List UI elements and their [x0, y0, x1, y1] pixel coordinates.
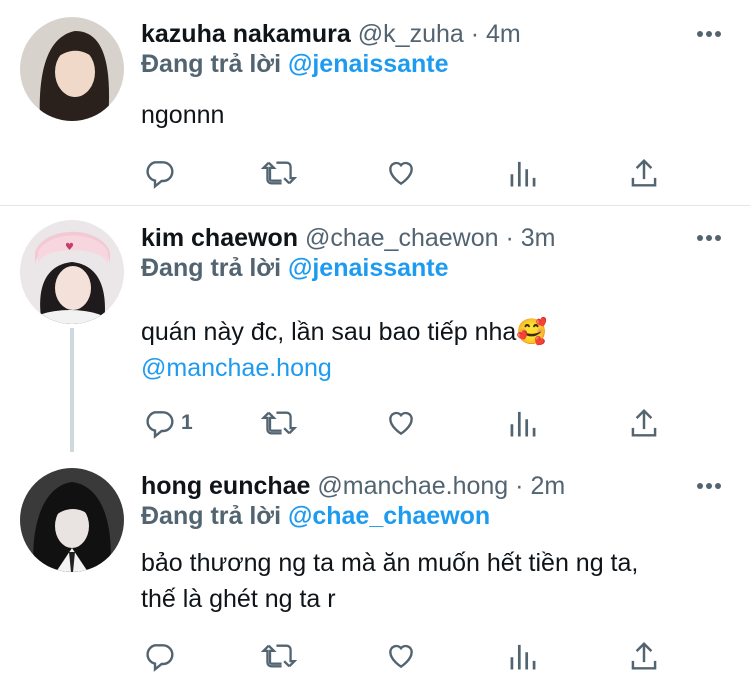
reply-icon [146, 161, 174, 189]
retweet-icon [261, 644, 297, 668]
tweet-text-line: bảo thương ng ta mà ăn muốn hết tiền ng … [141, 549, 639, 577]
heart-icon [389, 161, 413, 186]
replying-to-label: Đang trả lời [141, 502, 282, 530]
retweet-button[interactable] [261, 405, 297, 441]
reply-button[interactable] [143, 155, 175, 191]
tweet-text-mention[interactable]: @manchae.hong [141, 350, 547, 386]
timestamp[interactable]: 3m [521, 224, 556, 252]
tweet-text: ngonnn [141, 97, 224, 133]
author-handle[interactable]: @manchae.hong [317, 472, 508, 500]
thread-connector [70, 328, 74, 452]
views-button[interactable] [508, 638, 538, 674]
reply-icon [146, 644, 174, 672]
views-icon [510, 161, 536, 187]
like-button[interactable] [385, 405, 417, 441]
tweet-text: bảo thương ng ta mà ăn muốn hết tiền ng … [141, 545, 638, 617]
author-handle[interactable]: @k_zuha [358, 20, 464, 48]
replying-to: Đang trả lời @jenaissante [141, 253, 449, 283]
tweet-text: quán này đc, lần sau bao tiếp nha🥰 @manc… [141, 314, 547, 386]
tweet-item[interactable]: ♥ kim chaewon @chae_chaewon · 3m Đang tr… [0, 206, 750, 452]
author-name[interactable]: hong eunchae [141, 472, 310, 500]
reply-icon [146, 411, 174, 439]
share-icon [631, 641, 657, 670]
share-button[interactable] [629, 638, 659, 674]
replying-to: Đang trả lời @chae_chaewon [141, 501, 490, 531]
action-bar: 1 [141, 405, 730, 441]
retweet-icon [261, 161, 297, 185]
tweet-text-line: thế là ghét ng ta r [141, 585, 336, 613]
replying-to-mention[interactable]: @jenaissante [288, 50, 449, 78]
separator-dot: · [515, 472, 524, 500]
replying-to-label: Đang trả lời [141, 50, 282, 78]
retweet-button[interactable] [261, 155, 297, 191]
more-icon[interactable] [696, 25, 722, 43]
replying-to: Đang trả lời @jenaissante [141, 49, 449, 79]
retweet-button[interactable] [261, 638, 297, 674]
reply-button[interactable] [143, 638, 175, 674]
replying-to-mention[interactable]: @chae_chaewon [288, 502, 490, 530]
tweet-text-line: ngonnn [141, 101, 225, 129]
tweet-item[interactable]: kazuha nakamura @k_zuha · 4m Đang trả lờ… [0, 0, 750, 205]
author-name[interactable]: kazuha nakamura [141, 20, 351, 48]
views-button[interactable] [508, 405, 538, 441]
like-button[interactable] [385, 155, 417, 191]
tweet-item[interactable]: hong eunchae @manchae.hong · 2m Đang trả… [0, 452, 750, 678]
share-button[interactable] [629, 155, 659, 191]
more-icon[interactable] [696, 229, 722, 247]
separator-dot: · [505, 224, 514, 252]
avatar[interactable]: ♥ [20, 220, 124, 324]
reply-count: 1 [181, 411, 193, 434]
timestamp[interactable]: 4m [486, 20, 521, 48]
author-name[interactable]: kim chaewon [141, 224, 298, 252]
action-bar [141, 638, 730, 674]
author-handle[interactable]: @chae_chaewon [305, 224, 499, 252]
separator-dot: · [470, 20, 480, 48]
heart-icon [389, 644, 413, 669]
heart-icon [389, 411, 413, 436]
share-button[interactable] [629, 405, 659, 441]
replying-to-label: Đang trả lời [141, 254, 282, 282]
like-button[interactable] [385, 638, 417, 674]
share-icon [631, 408, 657, 437]
reply-button[interactable]: 1 [143, 405, 193, 441]
action-bar [141, 155, 730, 191]
retweet-icon [261, 411, 297, 435]
avatar[interactable] [20, 468, 124, 572]
avatar[interactable] [20, 17, 124, 121]
views-icon [510, 644, 536, 670]
views-icon [510, 411, 536, 437]
replying-to-mention[interactable]: @jenaissante [288, 254, 449, 282]
more-icon[interactable] [696, 477, 722, 495]
views-button[interactable] [508, 155, 538, 191]
tweet-text-line: quán này đc, lần sau bao tiếp nha🥰 [141, 318, 548, 346]
share-icon [631, 158, 657, 187]
timestamp[interactable]: 2m [530, 472, 565, 500]
svg-text:♥: ♥ [65, 242, 74, 253]
